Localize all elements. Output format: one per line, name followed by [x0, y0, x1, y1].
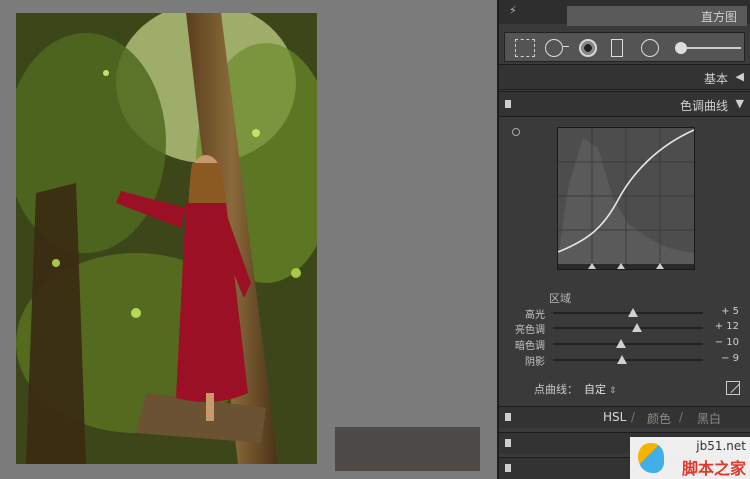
slider-knob[interactable]	[632, 323, 642, 332]
edit-point-curve-icon[interactable]	[726, 381, 740, 395]
tab-black-white[interactable]: 黑白	[697, 410, 721, 427]
slider-track[interactable]	[553, 323, 703, 332]
tone-curve-graph[interactable]	[557, 127, 695, 270]
tab-hsl[interactable]: HSL	[603, 410, 626, 424]
slider-value: + 12	[714, 321, 739, 332]
tool-strip	[504, 32, 745, 62]
tab-separator: /	[631, 410, 636, 424]
tone-curve-section-header[interactable]: 色调曲线 ▼	[499, 91, 750, 117]
photo-image	[16, 13, 317, 464]
slider-value: − 10	[714, 337, 739, 348]
radial-filter-icon[interactable]	[641, 39, 659, 57]
panel-toggle-icon[interactable]	[505, 464, 511, 472]
spot-removal-icon[interactable]	[545, 39, 563, 57]
select-updown-icon[interactable]: ⇕	[609, 386, 617, 396]
tab-color[interactable]: 颜色	[647, 410, 671, 427]
collapse-left-icon: ◀	[735, 70, 744, 83]
spot-removal-arrow-icon	[563, 46, 569, 50]
basic-section-header[interactable]: 基本 ◀	[499, 64, 750, 90]
watermark-name: 脚本之家	[681, 459, 746, 478]
expand-down-icon: ▼	[735, 97, 744, 110]
histogram-title: 直方图	[700, 10, 737, 24]
bolt-icon: ⚡	[509, 4, 517, 17]
targeted-adjustment-icon[interactable]	[512, 128, 520, 136]
point-curve-row: 点曲线： 自定 ⇕	[534, 381, 617, 397]
region-label: 区域	[549, 292, 571, 305]
slider-name: 暗色调	[515, 341, 545, 352]
histogram-header[interactable]: ⚡ 直方图	[499, 0, 750, 26]
crop-grid-icon[interactable]	[515, 39, 535, 57]
adjustment-brush-knob-icon[interactable]	[675, 42, 687, 54]
tone-curve-label: 色调曲线	[679, 99, 728, 113]
slider-shadows[interactable]: 阴影 − 9	[499, 352, 750, 368]
red-eye-icon[interactable]	[579, 39, 597, 57]
lightroom-develop-screen: ⚡ 直方图 基本 ◀ 色调曲线 ▼ 区域 高光 + 5 亮色调 + 12 暗色调…	[0, 0, 750, 479]
slider-track[interactable]	[553, 339, 703, 348]
slider-knob[interactable]	[617, 355, 627, 364]
slider-knob[interactable]	[627, 308, 638, 317]
slider-highlights[interactable]: 高光 + 5	[499, 305, 750, 321]
slider-name: 阴影	[525, 357, 545, 368]
adjustment-brush-track	[687, 47, 741, 49]
slider-track[interactable]	[553, 355, 703, 364]
slider-track[interactable]	[553, 308, 703, 317]
slider-name: 亮色调	[515, 325, 545, 336]
panel-toggle-icon[interactable]	[505, 413, 511, 421]
slider-darks[interactable]: 暗色调 − 10	[499, 336, 750, 352]
watermark: jb51.net 脚本之家	[630, 437, 750, 479]
jb51-logo-icon	[638, 443, 664, 473]
slider-lights[interactable]: 亮色调 + 12	[499, 320, 750, 336]
preview-canvas	[0, 0, 497, 479]
slider-value: + 5	[721, 306, 739, 317]
histogram-title-area: 直方图	[567, 6, 747, 26]
panel-toggle-icon[interactable]	[505, 439, 511, 447]
photo-preview	[16, 13, 317, 464]
hsl-section-header: HSL / 颜色 / 黑白	[499, 406, 750, 428]
basic-label: 基本	[703, 72, 728, 86]
tone-curve-plot	[558, 128, 694, 269]
develop-panel: ⚡ 直方图 基本 ◀ 色调曲线 ▼ 区域 高光 + 5 亮色调 + 12 暗色调…	[497, 0, 750, 479]
point-curve-select[interactable]: 自定	[584, 383, 606, 396]
tab-separator: /	[679, 410, 684, 424]
watermark-site: jb51.net	[696, 439, 746, 453]
panel-toggle-icon[interactable]	[505, 100, 511, 108]
graduated-filter-icon[interactable]	[611, 39, 623, 57]
point-curve-label: 点曲线：	[534, 383, 578, 396]
slider-name: 高光	[525, 310, 545, 321]
slider-value: − 9	[721, 353, 739, 364]
color-swatch	[335, 427, 480, 471]
slider-knob[interactable]	[615, 339, 626, 348]
